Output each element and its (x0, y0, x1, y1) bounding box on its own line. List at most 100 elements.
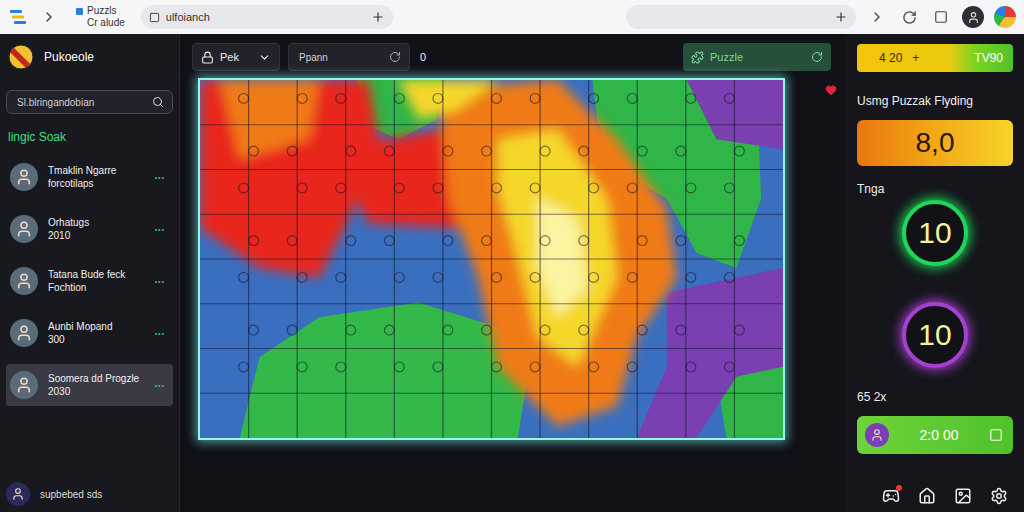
person-icon (15, 220, 33, 238)
square-icon[interactable] (989, 428, 1003, 442)
user-icon[interactable] (967, 11, 980, 24)
avatar-icon (10, 163, 38, 191)
game-button[interactable] (881, 486, 901, 506)
toolbar-search-input[interactable] (297, 51, 385, 64)
item-sub: 2010 (48, 229, 145, 242)
puzzle-button[interactable]: Puzzle (683, 43, 831, 71)
browser-bar: PuzzlsCr alude ulfoianch (0, 0, 1024, 34)
sidebar-footer[interactable]: supbebed sds (6, 482, 173, 506)
timer-text: 2:0 00 (899, 427, 979, 443)
item-menu[interactable]: ••• (155, 330, 165, 337)
top-sign: + (912, 51, 919, 65)
gallery-button[interactable] (953, 486, 973, 506)
item-menu[interactable]: ••• (155, 226, 165, 233)
avatar-icon (10, 267, 38, 295)
address-bar[interactable]: ulfoianch (141, 5, 393, 29)
sidebar-item[interactable]: Soomera dd Progzle2030••• (6, 364, 173, 406)
person-icon (15, 324, 33, 342)
item-sub: Fochtion (48, 281, 145, 294)
window-icon[interactable] (934, 10, 948, 24)
tab-text: PuzzlsCr alude (87, 5, 125, 29)
stat-ring: 10 (902, 302, 968, 368)
user-icon (11, 487, 25, 501)
sidebar-item[interactable]: Tmaklin Ngarreforcotilaps ••• (6, 156, 173, 198)
item-name: Tatana Bude feck (48, 268, 145, 281)
browser-tab[interactable]: PuzzlsCr alude (70, 5, 131, 29)
sidebar-item[interactable]: Orhatugs2010 ••• (6, 208, 173, 250)
sidebar-item[interactable]: Tatana Bude feckFochtion ••• (6, 260, 173, 302)
app-name: Pukoeole (44, 50, 94, 64)
sidebar: Pukoeolelingic SoakTmaklin Ngarreforcoti… (0, 34, 180, 512)
item-name: Soomera dd Progzle (48, 372, 145, 385)
dropdown-label: Pek (220, 51, 252, 63)
item-text: Aunbi Mopand300 (48, 320, 145, 346)
image-icon[interactable] (954, 487, 972, 505)
item-text: Orhatugs2010 (48, 216, 145, 242)
item-sub: 300 (48, 333, 145, 346)
footer-icon (6, 482, 30, 506)
plus-icon[interactable] (834, 10, 848, 24)
search-icon[interactable] (152, 96, 164, 108)
top-left: 4 20 (879, 51, 902, 65)
top-bar: 4 20 + TV90 (857, 44, 1013, 72)
tab-title: Puzzls (87, 5, 125, 17)
item-name: Tmaklin Ngarre (48, 164, 145, 177)
chevron-right-icon[interactable] (869, 9, 885, 25)
sidebar-list: Tmaklin Ngarreforcotilaps•••Orhatugs2010… (6, 156, 173, 406)
next-button[interactable] (866, 6, 888, 28)
chevron-down-icon (258, 51, 271, 64)
item-menu[interactable]: ••• (155, 174, 165, 181)
item-menu[interactable]: ••• (155, 382, 165, 389)
toolbar-search[interactable] (288, 43, 410, 71)
stats-title: Usmg Puzzak Flyding (857, 94, 1013, 108)
puzzle-button-label: Puzzle (710, 51, 805, 63)
extension-button[interactable] (962, 6, 984, 28)
plus-icon[interactable] (371, 10, 385, 24)
item-name: Aunbi Mopand (48, 320, 145, 333)
item-text: Tmaklin Ngarreforcotilaps (48, 164, 145, 190)
item-name: Orhatugs (48, 216, 145, 229)
sidebar-search[interactable] (6, 90, 173, 114)
count: 0 (420, 51, 426, 63)
puzzle-map-image[interactable] (200, 80, 783, 438)
home-icon[interactable] (918, 487, 936, 505)
person-icon (15, 376, 33, 394)
stats-panel: 4 20+TV90Usmg Puzzak Flyding8,0Tnga10106… (845, 34, 1024, 512)
score-box: 8,0 (857, 120, 1013, 166)
refresh-icon[interactable] (811, 51, 823, 63)
timer-bar[interactable]: 2:0 00 (857, 416, 1013, 454)
person-icon (870, 428, 884, 442)
home-button[interactable] (917, 486, 937, 506)
browser-logo-icon[interactable] (8, 7, 28, 27)
rings: 10 10 (857, 200, 1013, 368)
avatar-icon (10, 371, 38, 399)
reload-icon[interactable] (902, 10, 917, 25)
refresh-icon[interactable] (389, 51, 401, 63)
stat-ring: 10 (902, 200, 968, 266)
tab-favicon-icon (76, 8, 83, 15)
sidebar-item[interactable]: Aunbi Mopand300 ••• (6, 312, 173, 354)
stats-label: Tnga (857, 182, 1013, 196)
main-area: Pukoeolelingic SoakTmaklin Ngarreforcoti… (0, 34, 1024, 512)
favorite-button[interactable] (825, 82, 837, 100)
chevron-right-icon[interactable] (41, 9, 57, 25)
dropdown[interactable]: Pek (192, 43, 280, 71)
item-menu[interactable]: ••• (155, 278, 165, 285)
bottom-icons (857, 486, 1013, 506)
app-logo-icon (8, 44, 34, 70)
reload-button[interactable] (898, 6, 920, 28)
browser-search[interactable] (626, 5, 856, 29)
top-right: TV90 (974, 51, 1003, 65)
settings-button[interactable] (989, 486, 1009, 506)
tab-subtitle: Cr alude (87, 17, 125, 29)
puzzle-board[interactable] (198, 78, 785, 440)
address-text: ulfoianch (166, 11, 365, 23)
heart-icon[interactable] (825, 84, 837, 96)
profile-button[interactable] (994, 6, 1016, 28)
notification-dot (896, 485, 902, 491)
forward-button[interactable] (38, 6, 60, 28)
window-button[interactable] (930, 6, 952, 28)
gear-icon[interactable] (990, 487, 1008, 505)
puzzle-icon (691, 51, 704, 64)
sidebar-search-input[interactable] (15, 96, 146, 109)
